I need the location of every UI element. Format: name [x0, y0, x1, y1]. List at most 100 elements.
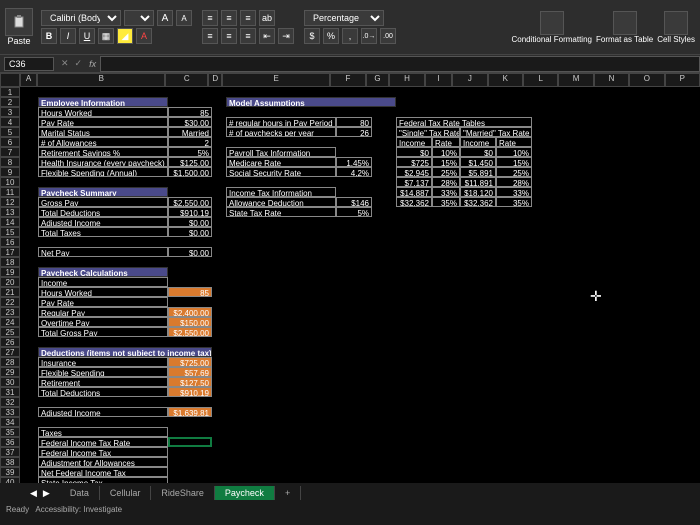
cell[interactable]: 33%	[432, 187, 460, 197]
section-header[interactable]: Paycheck Calculations	[38, 267, 168, 277]
row-header[interactable]: 36	[0, 437, 20, 447]
cell[interactable]: Medicare Rate	[226, 157, 336, 167]
row-header[interactable]: 32	[0, 397, 20, 407]
name-box[interactable]	[4, 57, 54, 71]
format-as-table-button[interactable]: Format as Table	[596, 11, 653, 44]
cell[interactable]: Married	[168, 127, 212, 137]
col-header[interactable]: F	[330, 73, 365, 87]
tab-paycheck[interactable]: Paycheck	[215, 486, 275, 500]
cell[interactable]: $32,362	[396, 197, 432, 207]
row-header[interactable]: 11	[0, 187, 20, 197]
row-header[interactable]: 12	[0, 197, 20, 207]
tab-add[interactable]: +	[275, 486, 301, 500]
cell[interactable]: $7,137	[396, 177, 432, 187]
cell[interactable]: 25%	[496, 167, 532, 177]
cell[interactable]: Gross Pay	[38, 197, 168, 207]
font-color-button[interactable]: A	[136, 28, 152, 44]
row-header[interactable]: 10	[0, 177, 20, 187]
row-header[interactable]: 24	[0, 317, 20, 327]
cell[interactable]: Social Security Rate	[226, 167, 336, 177]
decimal-decrease-button[interactable]: .00	[380, 28, 396, 44]
row-header[interactable]: 27	[0, 347, 20, 357]
row-header[interactable]: 2	[0, 97, 20, 107]
cell[interactable]: $2,550.00	[168, 197, 212, 207]
border-button[interactable]: ▦	[98, 28, 114, 44]
cell[interactable]: 35%	[432, 197, 460, 207]
section-header[interactable]: Employee Information	[38, 97, 168, 107]
cell[interactable]: Taxes	[38, 427, 168, 437]
cell[interactable]: Income	[38, 277, 168, 287]
cell[interactable]: State Tax Rate	[226, 207, 336, 217]
tab-data[interactable]: Data	[60, 486, 100, 500]
percent-button[interactable]: %	[323, 28, 339, 44]
col-header[interactable]: L	[523, 73, 558, 87]
row-header[interactable]: 34	[0, 417, 20, 427]
cell[interactable]: $57.69	[168, 367, 212, 377]
cell[interactable]: Allowance Deduction	[226, 197, 336, 207]
spreadsheet-grid[interactable]: ABCDEFGHIJKLMNOP 12345678910111213141516…	[0, 73, 700, 503]
cell[interactable]: 5%	[168, 147, 212, 157]
cell[interactable]: Net Federal Income Tax	[38, 467, 168, 477]
tab-nav-prev[interactable]: ◀	[30, 488, 37, 499]
row-header[interactable]: 20	[0, 277, 20, 287]
col-header[interactable]: H	[389, 73, 424, 87]
tab-nav-next[interactable]: ▶	[43, 488, 50, 499]
cell[interactable]: $18,120	[460, 187, 496, 197]
cell[interactable]: $0.00	[168, 217, 212, 227]
cancel-icon[interactable]: ✕	[61, 58, 69, 69]
currency-button[interactable]: $	[304, 28, 320, 44]
indent-dec-button[interactable]: ⇤	[259, 28, 275, 44]
tab-cellular[interactable]: Cellular	[100, 486, 152, 500]
cell-styles-button[interactable]: Cell Styles	[657, 11, 695, 44]
cell[interactable]: $5,891	[460, 167, 496, 177]
paste-button[interactable]	[5, 8, 33, 36]
cell[interactable]: Total Taxes	[38, 227, 168, 237]
row-header[interactable]: 8	[0, 157, 20, 167]
align-right-button[interactable]: ≡	[240, 28, 256, 44]
cell[interactable]: 35%	[496, 197, 532, 207]
wrap-text-button[interactable]: ab	[259, 10, 275, 26]
cell[interactable]: Federal Income Tax	[38, 447, 168, 457]
cell[interactable]: Total Deductions	[38, 387, 168, 397]
cell[interactable]: "Single" Tax Rate	[396, 127, 460, 137]
col-header[interactable]: M	[558, 73, 593, 87]
cell[interactable]: Adjusted Income	[38, 217, 168, 227]
cell[interactable]: 10%	[432, 147, 460, 157]
cell[interactable]: Marital Status	[38, 127, 168, 137]
cell[interactable]: $0.00	[168, 247, 212, 257]
section-header[interactable]: Paycheck Summary	[38, 187, 168, 197]
align-middle-button[interactable]: ≡	[221, 10, 237, 26]
align-top-button[interactable]: ≡	[202, 10, 218, 26]
cell[interactable]: $1,639.81	[168, 407, 212, 417]
section-header[interactable]: Deductions (items not subject to income …	[38, 347, 212, 357]
cell[interactable]: # regular hours in Pay Period	[226, 117, 336, 127]
cell[interactable]: 15%	[496, 157, 532, 167]
fx-label[interactable]: fx	[89, 59, 96, 69]
cell[interactable]: $0	[460, 147, 496, 157]
row-header[interactable]: 23	[0, 307, 20, 317]
row-header[interactable]: 37	[0, 447, 20, 457]
cell[interactable]: 15%	[432, 157, 460, 167]
row-header[interactable]: 3	[0, 107, 20, 117]
col-header[interactable]: P	[665, 73, 700, 87]
row-header[interactable]: 17	[0, 247, 20, 257]
cell[interactable]: "Married" Tax Rate	[460, 127, 532, 137]
section-subheader[interactable]: Federal Tax Rate Tables	[396, 117, 532, 127]
cell[interactable]: $150.00	[168, 317, 212, 327]
cell[interactable]: Net Pay	[38, 247, 168, 257]
cell[interactable]: 4.2%	[336, 167, 372, 177]
col-header[interactable]: E	[222, 73, 330, 87]
col-header[interactable]: A	[20, 73, 38, 87]
cell[interactable]: 28%	[432, 177, 460, 187]
row-header[interactable]: 29	[0, 367, 20, 377]
col-header[interactable]: B	[37, 73, 165, 87]
col-header[interactable]: J	[452, 73, 487, 87]
cell[interactable]: Health Insurance (every paycheck)	[38, 157, 168, 167]
cell[interactable]: Hours Worked	[38, 287, 168, 297]
font-size-select[interactable]: 12	[124, 10, 154, 26]
cell[interactable]: 85	[168, 107, 212, 117]
tab-rideshare[interactable]: RideShare	[151, 486, 215, 500]
cell[interactable]: $32,362	[460, 197, 496, 207]
cell[interactable]: $910.19	[168, 387, 212, 397]
selected-cell[interactable]	[168, 437, 212, 447]
